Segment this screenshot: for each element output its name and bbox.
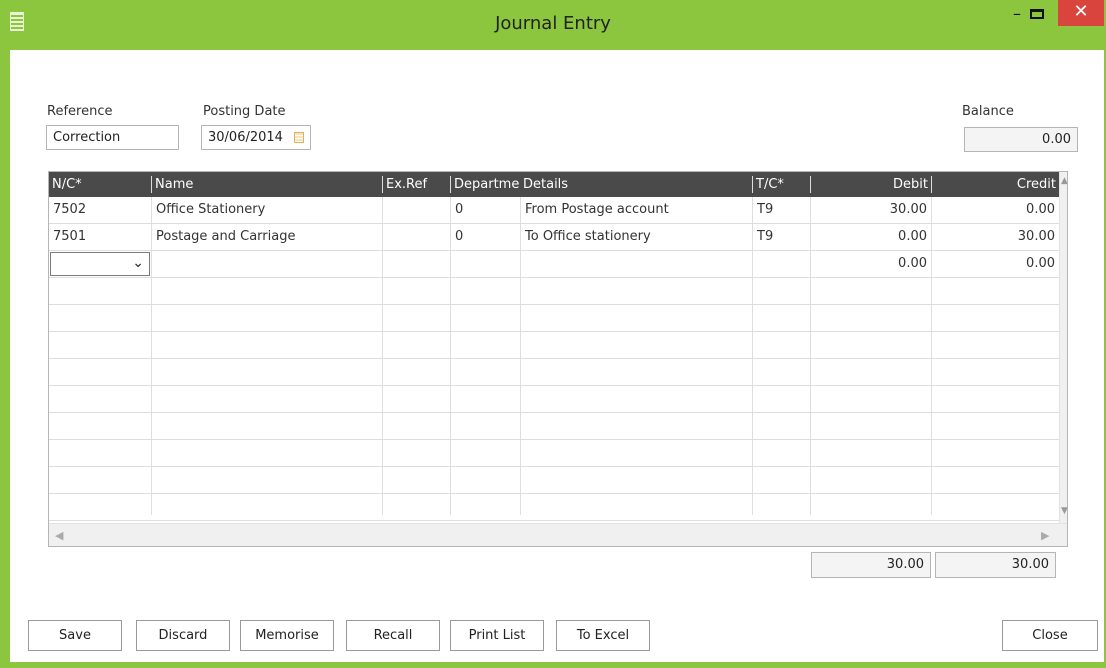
exref-cell[interactable] [383,224,450,250]
close-button[interactable]: Close [1002,620,1098,651]
column-header-department[interactable]: Departme [451,172,520,197]
nc-cell[interactable]: 7502 [49,197,151,223]
exref-cell[interactable] [383,197,450,223]
close-window-button[interactable]: ✕ [1058,0,1104,26]
balance-label: Balance [962,104,1014,119]
empty-row[interactable] [49,467,1059,494]
empty-row[interactable] [49,332,1059,359]
column-header-details[interactable]: Details [520,172,752,197]
scroll-up-icon[interactable]: ▲ [1057,176,1067,186]
name-cell[interactable]: Office Stationery [152,197,382,223]
name-cell[interactable]: Postage and Carriage [152,224,382,250]
balance-field: 0.00 [964,127,1078,152]
empty-row[interactable] [49,305,1059,332]
empty-row[interactable] [49,440,1059,467]
empty-row[interactable] [49,386,1059,413]
exref-cell[interactable] [383,251,450,277]
reference-label: Reference [47,104,113,119]
empty-row[interactable] [49,494,1059,521]
calendar-icon[interactable] [294,132,304,143]
nc-cell[interactable]: 7501 [49,224,151,250]
posting-date-field[interactable]: 30/06/2014 [201,125,311,150]
column-header-nc[interactable]: N/C* [49,172,151,197]
debit-cell[interactable]: 30.00 [811,197,931,223]
table-row[interactable]: 7501 Postage and Carriage 0 To Office st… [49,224,1059,251]
table-row[interactable]: 7502 Office Stationery 0 From Postage ac… [49,197,1059,224]
column-header-credit[interactable]: Credit [932,172,1059,197]
posting-date-label: Posting Date [203,104,286,119]
minimize-button[interactable]: – [1006,6,1028,26]
to-excel-button[interactable]: To Excel [556,620,650,651]
empty-row[interactable] [49,278,1059,305]
tc-cell[interactable] [753,251,810,277]
department-cell[interactable]: 0 [451,197,520,223]
debit-total: 30.00 [811,552,931,578]
debit-cell[interactable]: 0.00 [811,251,931,277]
empty-row[interactable] [49,413,1059,440]
credit-total: 30.00 [935,552,1056,578]
details-cell[interactable] [521,251,752,277]
table-row-new[interactable]: ⌄ 0.00 0.00 [49,251,1059,278]
vertical-scrollbar[interactable]: ▲ ▼ [1057,172,1067,523]
empty-row[interactable] [49,359,1059,386]
debit-cell[interactable]: 0.00 [811,224,931,250]
tc-cell[interactable]: T9 [753,224,810,250]
scroll-right-icon[interactable]: ▶ [1041,529,1049,542]
column-header-exref[interactable]: Ex.Ref [383,172,450,197]
save-button[interactable]: Save [28,620,122,651]
journal-grid[interactable]: N/C* Name Ex.Ref Departme Details T/C* D… [48,171,1068,547]
posting-date-value: 30/06/2014 [208,130,283,145]
print-list-button[interactable]: Print List [450,620,544,651]
horizontal-scrollbar[interactable]: ◀ ▶ [49,523,1067,546]
column-header-tc[interactable]: T/C* [753,172,810,197]
recall-button[interactable]: Recall [346,620,440,651]
grid-header: N/C* Name Ex.Ref Departme Details T/C* D… [49,172,1059,197]
scroll-down-icon[interactable]: ▼ [1057,506,1067,516]
journal-entry-window: Journal Entry – ✕ Reference Correction P… [0,0,1106,668]
credit-cell[interactable]: 30.00 [932,224,1059,250]
scroll-left-icon[interactable]: ◀ [55,529,63,542]
details-cell[interactable]: From Postage account [521,197,752,223]
window-title: Journal Entry [495,13,611,34]
credit-cell[interactable]: 0.00 [932,197,1059,223]
column-header-debit[interactable]: Debit [811,172,931,197]
discard-button[interactable]: Discard [136,620,230,651]
memorise-button[interactable]: Memorise [240,620,334,651]
tc-cell[interactable]: T9 [753,197,810,223]
chevron-down-icon[interactable]: ⌄ [132,255,144,271]
nc-account-dropdown[interactable]: ⌄ [50,252,150,276]
credit-cell[interactable]: 0.00 [932,251,1059,277]
department-cell[interactable]: 0 [451,224,520,250]
name-cell[interactable] [152,251,382,277]
column-header-name[interactable]: Name [152,172,382,197]
details-cell[interactable]: To Office stationery [521,224,752,250]
title-bar: Journal Entry – ✕ [0,0,1106,50]
maximize-button[interactable] [1030,9,1044,19]
reference-field[interactable]: Correction [46,125,179,150]
department-cell[interactable] [451,251,520,277]
